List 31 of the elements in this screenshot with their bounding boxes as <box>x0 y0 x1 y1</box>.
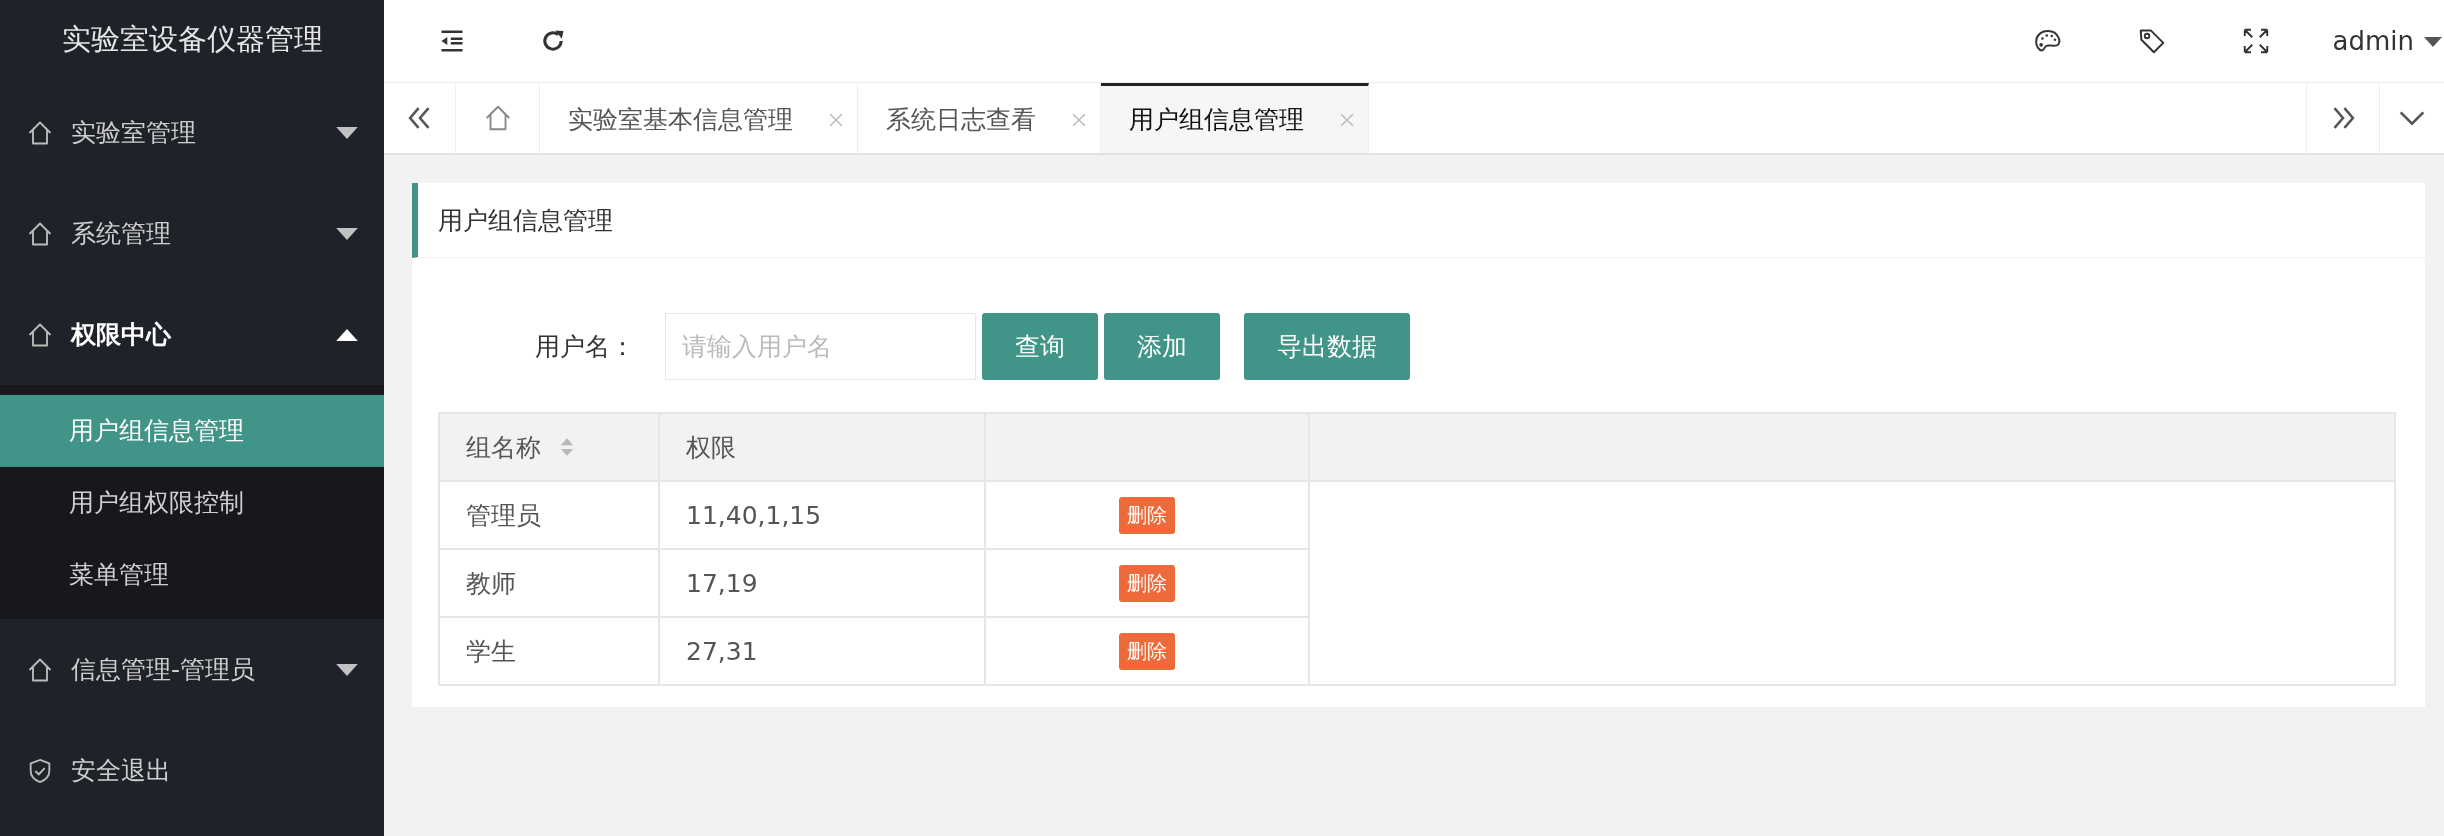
sidebar-item[interactable]: 安全退出 <box>0 720 384 821</box>
tab[interactable]: 实验室基本信息管理 <box>540 83 858 153</box>
sidebar-subitem[interactable]: 菜单管理 <box>0 539 384 611</box>
action-button[interactable]: 查询 <box>982 313 1098 380</box>
sidebar-item[interactable]: 实验室管理 <box>0 82 384 183</box>
sidebar-item[interactable]: 系统管理 <box>0 183 384 284</box>
sidebar-item[interactable]: 信息管理-管理员 <box>0 619 384 720</box>
action-button[interactable]: 导出数据 <box>1244 313 1410 380</box>
caret-icon <box>336 126 358 139</box>
column-header[interactable]: 组名称 <box>439 413 659 481</box>
table-cell: 11,40,1,15 <box>659 481 985 549</box>
sidebar-subitem[interactable]: 用户组权限控制 <box>0 467 384 539</box>
action-button[interactable]: 添加 <box>1104 313 1220 380</box>
panel-title: 用户组信息管理 <box>412 183 2425 258</box>
tab[interactable]: 用户组信息管理 <box>1101 83 1369 153</box>
table-cell: 17,19 <box>659 549 985 617</box>
table-cell: 教师 <box>439 549 659 617</box>
app-title: 实验室设备仪器管理 <box>60 21 324 58</box>
column-header[interactable]: 权限 <box>659 413 985 481</box>
caret-icon <box>336 328 358 341</box>
sidebar-subitem[interactable]: 用户组信息管理 <box>0 395 384 467</box>
table-cell: 学生 <box>439 617 659 685</box>
caret-icon <box>336 227 358 240</box>
caret-icon <box>336 663 358 676</box>
username-input[interactable]: 请输入用户名 <box>665 313 976 380</box>
table-cell: 管理员 <box>439 481 659 549</box>
field-label: 用户名： <box>534 331 635 363</box>
sidebar-item[interactable]: 权限中心 <box>0 284 384 385</box>
user-menu[interactable]: admin <box>2332 26 2444 56</box>
caret-icon <box>2424 35 2442 47</box>
table-cell: 27,31 <box>659 617 985 685</box>
